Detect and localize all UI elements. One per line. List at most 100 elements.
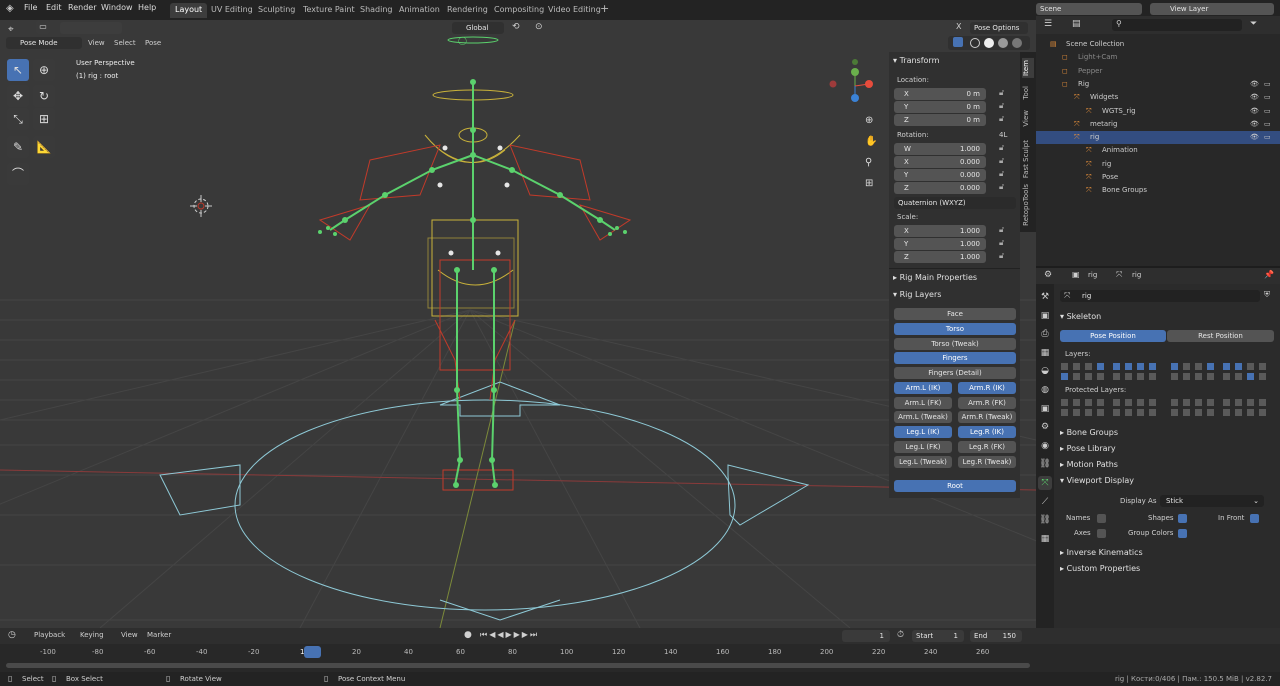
layer-toggle[interactable] bbox=[1170, 362, 1179, 371]
playhead[interactable] bbox=[304, 646, 321, 658]
tab-compositing[interactable]: Compositing bbox=[489, 3, 549, 18]
rig-layer-button-left[interactable]: Leg.L (IK) bbox=[894, 426, 952, 439]
pan-hand-icon[interactable]: ✋ bbox=[865, 136, 879, 150]
layer-toggle[interactable] bbox=[1182, 362, 1191, 371]
scale-field-row[interactable]: Z 1.000 bbox=[894, 251, 986, 263]
layer-toggle[interactable] bbox=[1148, 408, 1157, 417]
scale-tool-icon[interactable]: ⤡ bbox=[7, 108, 29, 130]
names-checkbox[interactable] bbox=[1097, 514, 1106, 523]
lock-icon[interactable]: 🔓︎ bbox=[999, 101, 1004, 111]
tab-uv-editing[interactable]: UV Editing bbox=[206, 3, 258, 18]
rotate-tool-icon[interactable]: ↻ bbox=[33, 85, 55, 107]
fake-user-shield-icon[interactable]: ⛨ bbox=[1264, 290, 1270, 300]
viewport-menu-pose[interactable]: Pose bbox=[145, 39, 161, 47]
object-icon[interactable]: ▣ bbox=[1038, 402, 1052, 416]
lock-icon[interactable]: 🔓︎ bbox=[999, 251, 1004, 261]
lock-icon[interactable]: 🔓︎ bbox=[999, 225, 1004, 235]
location-field-row[interactable]: Y 0 m bbox=[894, 101, 986, 113]
sidebar-tab[interactable]: Item bbox=[1022, 58, 1034, 78]
visibility-eye-icon[interactable]: 👁︎ bbox=[1250, 118, 1259, 131]
outliner-search-input[interactable] bbox=[1112, 19, 1242, 31]
outliner-row[interactable]: ⤧ WGTS_rig 👁︎ ▭ bbox=[1036, 105, 1280, 118]
layer-toggle[interactable] bbox=[1206, 398, 1215, 407]
viewport-display-header[interactable]: ▾ Viewport Display bbox=[1060, 476, 1134, 485]
menu-help[interactable]: Help bbox=[138, 3, 156, 12]
rig-layer-button[interactable]: Torso (Tweak) bbox=[894, 337, 1016, 350]
pin-icon[interactable]: 📌 bbox=[1264, 270, 1274, 279]
timeline-editor-icon[interactable]: ◷ bbox=[8, 630, 16, 640]
rig-layer-button[interactable]: Fingers (Detail) bbox=[894, 367, 1016, 380]
render-monitor-icon[interactable]: ▭ bbox=[1264, 131, 1271, 144]
layer-toggle[interactable] bbox=[1060, 408, 1069, 417]
scale-field-row[interactable]: X 1.000 bbox=[894, 225, 986, 237]
menu-file[interactable]: File bbox=[24, 3, 37, 12]
navigation-gizmo[interactable] bbox=[829, 59, 874, 102]
scale-field-row[interactable]: Y 1.000 bbox=[894, 238, 986, 250]
menu-render[interactable]: Render bbox=[68, 3, 96, 12]
layer-toggle[interactable] bbox=[1084, 362, 1093, 371]
zoom-icon[interactable]: ⊕ bbox=[865, 115, 879, 129]
view-layer-icon[interactable]: ▦ bbox=[1038, 346, 1052, 360]
lock-icon[interactable]: 🔓︎ bbox=[999, 143, 1004, 153]
record-icon[interactable]: ● bbox=[464, 630, 472, 640]
layer-toggle[interactable] bbox=[1112, 408, 1121, 417]
lock-icon[interactable]: 🔓︎ bbox=[999, 169, 1004, 179]
layer-toggle[interactable] bbox=[1096, 362, 1105, 371]
visibility-eye-icon[interactable]: 👁︎ bbox=[1250, 131, 1259, 144]
rig-layer-button-left[interactable]: Leg.L (Tweak) bbox=[894, 455, 952, 468]
modifier-icon[interactable]: ⚙ bbox=[1038, 420, 1052, 434]
skeleton-header[interactable]: ▾ Skeleton bbox=[1060, 312, 1101, 321]
ortho-grid-icon[interactable]: ⊞ bbox=[865, 178, 879, 192]
layer-toggle[interactable] bbox=[1222, 372, 1231, 381]
xray-toggle-icon[interactable] bbox=[953, 37, 963, 47]
constraint-icon[interactable]: ⛓ bbox=[1038, 457, 1052, 471]
outliner-row[interactable]: ⤧ Pose bbox=[1036, 171, 1280, 184]
outliner-row[interactable]: ⤧ metarig 👁︎ ▭ bbox=[1036, 118, 1280, 131]
3d-viewport[interactable]: ⌖ ▭ Global ⟲ ⊙ ◯ Pose Options X Pose Mod… bbox=[0, 20, 1036, 628]
playback-controls[interactable]: ⏮◀◀▶▶▶⏭ bbox=[480, 630, 539, 640]
layer-toggle[interactable] bbox=[1194, 408, 1203, 417]
tab-video-editing[interactable]: Video Editing bbox=[543, 3, 606, 18]
layer-toggle[interactable] bbox=[1222, 362, 1231, 371]
properties-section-header[interactable]: ▸ Pose Library bbox=[1060, 444, 1116, 453]
visibility-eye-icon[interactable]: 👁︎ bbox=[1250, 91, 1259, 104]
layer-toggle[interactable] bbox=[1148, 398, 1157, 407]
rig-layer-button[interactable]: Fingers bbox=[894, 352, 1016, 365]
render-monitor-icon[interactable]: ▭ bbox=[1264, 118, 1271, 131]
layer-toggle[interactable] bbox=[1096, 408, 1105, 417]
layer-toggle[interactable] bbox=[1234, 362, 1243, 371]
tab-rendering[interactable]: Rendering bbox=[442, 3, 493, 18]
shapes-checkbox[interactable] bbox=[1178, 514, 1187, 523]
bone-icon[interactable]: ⟋ bbox=[1038, 495, 1052, 509]
layer-toggle[interactable] bbox=[1246, 362, 1255, 371]
inverse-kinematics-header[interactable]: ▸ Inverse Kinematics bbox=[1060, 548, 1143, 557]
annotate-tool-icon[interactable]: ✎ bbox=[7, 136, 29, 158]
layer-toggle[interactable] bbox=[1206, 408, 1215, 417]
menu-edit[interactable]: Edit bbox=[46, 3, 62, 12]
display-mode-icon[interactable]: ▤ bbox=[1072, 19, 1081, 29]
sidebar-tab[interactable]: RetopoTools bbox=[1022, 182, 1034, 228]
layer-toggle[interactable] bbox=[1112, 398, 1121, 407]
lock-icon[interactable]: 🔓︎ bbox=[999, 238, 1004, 248]
tab-layout[interactable]: Layout bbox=[170, 3, 208, 18]
armature-name-field[interactable]: rig bbox=[1060, 290, 1260, 302]
layer-toggle[interactable] bbox=[1124, 362, 1133, 371]
layer-toggle[interactable] bbox=[1206, 372, 1215, 381]
timeline-menu-playback[interactable]: Playback bbox=[34, 631, 65, 639]
outliner-row[interactable]: ⤧ rig 👁︎ ▭ bbox=[1036, 131, 1280, 145]
move-tool-icon[interactable]: ✥ bbox=[7, 85, 29, 107]
viewport-menu-select[interactable]: Select bbox=[114, 39, 136, 47]
layer-toggle[interactable] bbox=[1170, 398, 1179, 407]
rig-layer-button-left[interactable]: Arm.L (Tweak) bbox=[894, 411, 952, 424]
lock-icon[interactable]: 🔓︎ bbox=[999, 156, 1004, 166]
cursor-tool-icon[interactable]: ⊕ bbox=[33, 59, 55, 81]
layer-toggle[interactable] bbox=[1124, 408, 1133, 417]
solid-shading-icon[interactable] bbox=[984, 38, 994, 48]
outliner-row[interactable]: ◻ Pepper bbox=[1036, 65, 1280, 78]
x-mirror-icon[interactable]: X bbox=[956, 22, 961, 31]
rig-layer-button-right[interactable]: Arm.R (IK) bbox=[958, 382, 1016, 394]
end-frame-field[interactable]: End 150 bbox=[970, 630, 1022, 642]
wireframe-shading-icon[interactable] bbox=[970, 38, 980, 48]
rotation-field-row[interactable]: Z 0.000 bbox=[894, 182, 986, 194]
layer-toggle[interactable] bbox=[1072, 398, 1081, 407]
